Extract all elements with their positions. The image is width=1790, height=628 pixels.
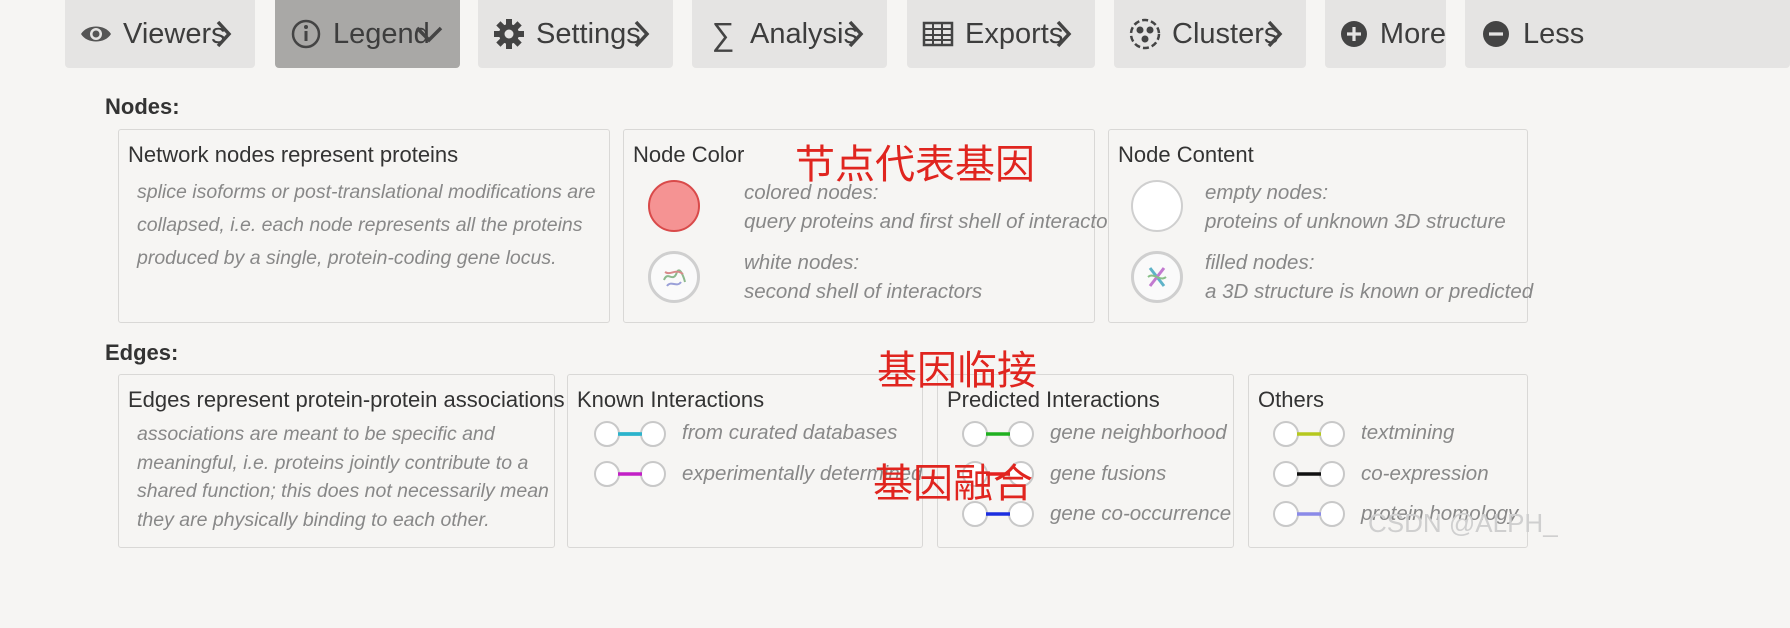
- experimentally-determined-edge-icon: [594, 461, 666, 487]
- chevron-right-icon: [1258, 17, 1292, 51]
- legend-item-line2: a 3D structure is known or predicted: [1205, 280, 1534, 303]
- edge-representation-panel: Edges represent protein-protein associat…: [118, 374, 565, 548]
- eye-icon: [77, 15, 115, 53]
- chevron-right-icon: [625, 17, 659, 51]
- edge-label: textmining: [1361, 421, 1455, 444]
- edge-label: gene co-occurrence: [1050, 502, 1232, 525]
- edge-representation-desc: associations are meant to be specific an…: [137, 420, 549, 534]
- gene-neighborhood-edge-icon: [962, 421, 1034, 447]
- filled-node-icon: [1131, 251, 1183, 303]
- legend-item: white nodes: second shell of interactors: [648, 248, 982, 306]
- fusion-annotation: 基因融合: [873, 461, 1033, 507]
- legend-item: filled nodes: a 3D structure is known or…: [1131, 248, 1533, 306]
- edge-label: from curated databases: [682, 421, 898, 444]
- legend-item-line2: proteins of unknown 3D structure: [1205, 210, 1506, 233]
- legend-item-line1: empty nodes:: [1205, 181, 1329, 204]
- plus-circle-icon: [1337, 15, 1372, 53]
- exports-button[interactable]: Exports: [907, 0, 1095, 68]
- legend-item-line2: query proteins and first shell of intera…: [744, 210, 1125, 233]
- nodes-section-title: Nodes:: [105, 94, 180, 119]
- analysis-button[interactable]: ∑ Analysis: [692, 0, 887, 68]
- white-node-icon: [648, 251, 700, 303]
- more-button[interactable]: More: [1325, 0, 1446, 68]
- panel-title: Node Content: [1118, 142, 1254, 167]
- known-interactions-panel: Known Interactions from curated database…: [567, 374, 923, 548]
- desc-line: splice isoforms or post-translational mo…: [137, 181, 596, 203]
- panel-title: Known Interactions: [577, 387, 765, 412]
- colored-node-icon: [648, 180, 700, 232]
- chevron-right-icon: [839, 17, 873, 51]
- legend-item-line1: white nodes:: [744, 251, 860, 274]
- toolbar: Viewers Legend Settings ∑ Analysis Expor…: [0, 0, 1790, 70]
- clusters-icon: [1126, 15, 1164, 53]
- legend-item-line1: filled nodes:: [1205, 251, 1315, 274]
- textmining-edge-icon: [1273, 421, 1345, 447]
- desc-line: shared function; this does not necessari…: [137, 480, 549, 502]
- node-content-panel: Node Content empty nodes: proteins of un…: [1108, 129, 1533, 323]
- co-expression-edge-icon: [1273, 461, 1345, 487]
- less-button[interactable]: Less: [1465, 0, 1790, 68]
- desc-line: they are physically binding to each othe…: [137, 508, 490, 531]
- viewers-button[interactable]: Viewers: [65, 0, 255, 68]
- table-icon: [919, 15, 957, 53]
- edge-label: co-expression: [1361, 462, 1489, 485]
- info-circle-icon: [287, 15, 325, 53]
- legend-item-line2: second shell of interactors: [744, 280, 983, 303]
- watermark: CSDN @ALPH_: [1368, 508, 1558, 538]
- sigma-icon: ∑: [711, 15, 735, 52]
- chevron-right-icon: [1047, 17, 1081, 51]
- minus-circle-icon: [1477, 15, 1515, 53]
- edge-label: gene fusions: [1050, 462, 1167, 485]
- panel-title: Others: [1258, 387, 1325, 412]
- more-label: More: [1379, 17, 1446, 50]
- panel-title: Edges represent protein-protein associat…: [128, 387, 565, 412]
- desc-line: collapsed, i.e. each node represents all…: [137, 214, 583, 236]
- panel-title: Network nodes represent proteins: [128, 142, 459, 167]
- empty-node-icon: [1131, 180, 1183, 232]
- settings-button[interactable]: Settings: [478, 0, 673, 68]
- legend-button[interactable]: Legend: [275, 0, 460, 68]
- desc-line: meaningful, i.e. proteins jointly contri…: [137, 451, 529, 474]
- chevron-down-icon: [412, 17, 446, 51]
- edge-label: gene neighborhood: [1050, 421, 1227, 444]
- node-representation-panel: Network nodes represent proteins splice …: [118, 129, 610, 323]
- clusters-button[interactable]: Clusters: [1114, 0, 1306, 68]
- protein-homology-edge-icon: [1273, 501, 1345, 527]
- desc-line: produced by a single, protein-coding gen…: [137, 247, 557, 269]
- node-representation-desc: splice isoforms or post-translational mo…: [137, 176, 595, 275]
- edges-section-title: Edges:: [105, 340, 179, 365]
- gear-icon: [490, 15, 528, 53]
- desc-line: associations are meant to be specific an…: [137, 423, 495, 445]
- node-annotation: 节点代表基因: [795, 142, 1035, 188]
- neighborhood-annotation: 基因临接: [877, 348, 1037, 394]
- less-label: Less: [1523, 17, 1585, 50]
- legend-item: empty nodes: proteins of unknown 3D stru…: [1131, 178, 1506, 236]
- panel-title: Node Color: [633, 142, 745, 167]
- chevron-right-icon: [207, 17, 241, 51]
- curated-databases-edge-icon: [594, 421, 666, 447]
